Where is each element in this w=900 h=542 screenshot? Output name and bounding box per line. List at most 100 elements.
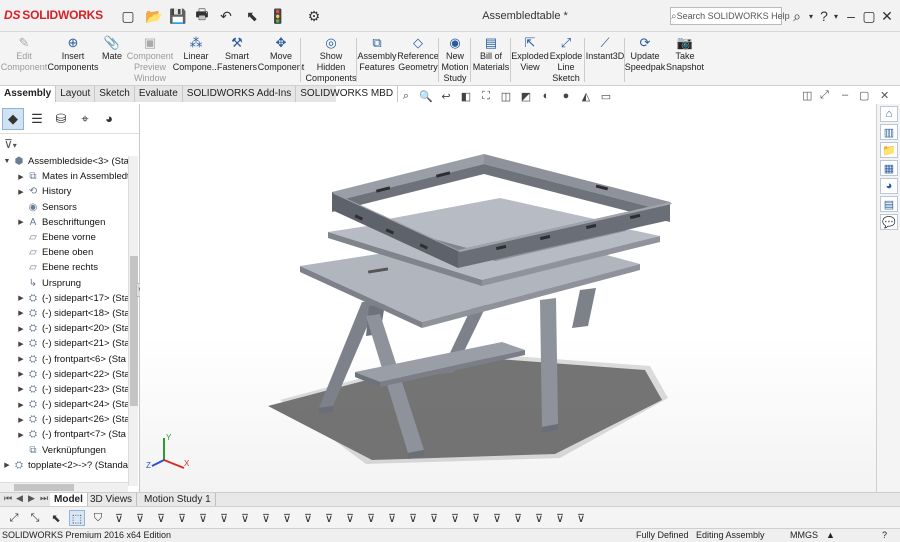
tree-item[interactable]: ▶ ⛭ (-) sidepart<18> (Sta	[0, 306, 139, 321]
bottom-tab-motion-study-1[interactable]: Motion Study 1	[140, 493, 216, 507]
selection-filter-icon[interactable]: ⊽	[195, 510, 211, 526]
selection-filter-icon[interactable]: ⊽	[111, 510, 127, 526]
prev-tab-icon[interactable]: ◀	[16, 493, 23, 504]
new-document-icon[interactable]: ▢	[118, 6, 138, 26]
first-tab-icon[interactable]: ⏮	[4, 493, 12, 504]
help-dropdown-icon[interactable]: ▾	[832, 6, 840, 26]
tree-item[interactable]: ▶ ⛭ (-) sidepart<17> (Sta	[0, 291, 139, 306]
graphics-area[interactable]: Y X Z	[140, 104, 876, 492]
save-icon[interactable]: 💾	[168, 6, 188, 26]
minimize-button[interactable]: –	[842, 6, 860, 26]
design-library-icon[interactable]: ▥	[880, 124, 898, 140]
dimxpert-tab-icon[interactable]: ⌖	[74, 108, 96, 130]
viewport-close-icon[interactable]: ✕	[880, 89, 889, 102]
selection-filter-icon[interactable]: ⊽	[237, 510, 253, 526]
tab-sketch[interactable]: Sketch	[95, 86, 135, 102]
view-settings-icon[interactable]: ▭	[598, 88, 614, 104]
search-dropdown-icon[interactable]: ▾	[806, 6, 816, 26]
selection-filter-icon[interactable]: ⊽	[573, 510, 589, 526]
tree-item[interactable]: ▶ ⛭ topplate<2>->? (Standar	[0, 458, 139, 473]
reference-geometry-button[interactable]: ◇ Reference Geometry	[397, 34, 439, 73]
selection-filter-icon[interactable]: ⊽	[363, 510, 379, 526]
selection-filter-icon[interactable]: ⊽	[447, 510, 463, 526]
assembly-model-render[interactable]: Y X Z	[140, 104, 876, 492]
last-tab-icon[interactable]: ⏭	[40, 493, 48, 504]
tab-solidworks-add-ins[interactable]: SOLIDWORKS Add-Ins	[183, 86, 297, 102]
viewport-tile-icon[interactable]: ◫	[802, 89, 812, 102]
tree-item[interactable]: ▶ ⛭ (-) sidepart<23> (Sta	[0, 382, 139, 397]
filter-icon[interactable]: ⊽▾	[0, 134, 139, 154]
viewport-restore-icon[interactable]: ▢	[859, 89, 869, 102]
tree-item[interactable]: ⧉ Verknüpfungen	[0, 443, 139, 458]
explode-line-sketch-button[interactable]: ⤢ Explode Line Sketch	[548, 34, 584, 84]
selection-filter-icon[interactable]: ⊽	[468, 510, 484, 526]
restore-button[interactable]: ▢	[860, 6, 878, 26]
tree-vertical-scrollbar[interactable]	[128, 156, 138, 486]
tree-item[interactable]: ▼ ⬢ Assembledside<3> (Stan	[0, 154, 139, 169]
expand-arrow-icon[interactable]: ▶	[16, 325, 26, 333]
view-orientation-icon[interactable]: ◫	[498, 88, 514, 104]
tree-item[interactable]: ↳ Ursprung	[0, 276, 139, 291]
undo-icon[interactable]: ↶	[216, 6, 236, 26]
search-icon[interactable]: ⌕	[788, 6, 806, 26]
tree-item[interactable]: ▶ ⛭ (-) sidepart<24> (Sta	[0, 397, 139, 412]
bottom-tab-model[interactable]: Model	[50, 493, 88, 507]
tree-item[interactable]: ▱ Ebene oben	[0, 245, 139, 260]
viewport-expand-icon[interactable]: ⤢	[820, 89, 829, 102]
view-palette-icon[interactable]: ▦	[880, 160, 898, 176]
bill-of-materials-button[interactable]: ▤ Bill of Materials	[472, 34, 510, 73]
edit-appearance-icon[interactable]: ●	[558, 88, 574, 104]
select-cursor-icon[interactable]: ⬉	[48, 510, 64, 526]
expand-arrow-icon[interactable]: ▶	[16, 309, 26, 317]
display-style-icon[interactable]: ◩	[518, 88, 534, 104]
appearances-icon[interactable]: ◕	[880, 178, 898, 194]
options-gear-icon[interactable]: ⚙	[304, 6, 324, 26]
selection-filter-icon[interactable]: ⊽	[174, 510, 190, 526]
expand-arrow-icon[interactable]: ▶	[16, 218, 26, 226]
tab-assembly[interactable]: Assembly	[0, 86, 57, 102]
select-cursor-icon[interactable]: ⬉	[242, 6, 262, 26]
close-button[interactable]: ✕	[878, 6, 896, 26]
tree-item[interactable]: ▶ ⛭ (-) sidepart<22> (Sta	[0, 367, 139, 382]
tree-item[interactable]: ▶ ⧉ Mates in Assembledt	[0, 169, 139, 184]
expand-arrow-icon[interactable]: ▶	[16, 401, 26, 409]
smart-fasteners-button[interactable]: ⚒ Smart Fasteners	[217, 34, 257, 73]
units-selector[interactable]: MMGS	[790, 529, 818, 542]
dynamic-annotation-icon[interactable]: ⛶	[478, 88, 494, 104]
solidworks-logo[interactable]: DS SOLIDWORKS	[4, 8, 103, 22]
configurationmanager-tab-icon[interactable]: ⛁	[50, 108, 72, 130]
expand-arrow-icon[interactable]: ▶	[16, 294, 26, 302]
tab-evaluate[interactable]: Evaluate	[135, 86, 183, 102]
tree-item[interactable]: ▶ ⛭ (-) sidepart<26> (Sta	[0, 412, 139, 427]
scroll-thumb[interactable]	[14, 484, 74, 491]
tree-item[interactable]: ▶ ⛭ (-) sidepart<20> (Sta	[0, 321, 139, 336]
tab-solidworks-mbd[interactable]: SOLIDWORKS MBD	[296, 86, 399, 102]
toggle-filters-icon[interactable]: ⤡	[27, 510, 43, 526]
rebuild-icon[interactable]: 🚦	[268, 6, 288, 26]
previous-view-icon[interactable]: ↩	[438, 88, 454, 104]
zoom-to-fit-icon[interactable]: ⌕	[398, 88, 414, 104]
selection-filter-icon[interactable]: ⊽	[279, 510, 295, 526]
insert-components-button[interactable]: ⊕ Insert Components	[44, 34, 102, 73]
selection-filter-icon[interactable]: ⊽	[216, 510, 232, 526]
selection-filter-icon[interactable]: ⊽	[300, 510, 316, 526]
expand-arrow-icon[interactable]: ▶	[16, 355, 26, 363]
file-explorer-icon[interactable]: 📁	[880, 142, 898, 158]
linear-component-pattern-button[interactable]: ⁂ Linear Compone...	[173, 34, 220, 73]
apply-scene-icon[interactable]: ◭	[578, 88, 594, 104]
selection-filter-icon[interactable]: ⊽	[342, 510, 358, 526]
expand-arrow-icon[interactable]: ▶	[16, 173, 26, 181]
selection-filter-icon[interactable]: ⊽	[153, 510, 169, 526]
assembly-features-button[interactable]: ⧉ Assembly Features	[358, 34, 397, 73]
print-icon[interactable]: 🖶	[192, 6, 212, 26]
selection-filter-icon[interactable]: ⊽	[426, 510, 442, 526]
mate-button[interactable]: 📎 Mate	[102, 34, 122, 62]
tree-item[interactable]: ▱ Ebene vorne	[0, 230, 139, 245]
expand-arrow-icon[interactable]: ▶	[2, 461, 12, 469]
next-tab-icon[interactable]: ▶	[28, 493, 35, 504]
move-component-button[interactable]: ✥ Move Component	[258, 34, 305, 73]
selection-filter-icon[interactable]: ⊽	[531, 510, 547, 526]
forum-icon[interactable]: 💬	[880, 214, 898, 230]
show-hidden-components-button[interactable]: ◎ Show Hidden Components	[305, 34, 356, 84]
selection-filter-icon[interactable]: ⊽	[384, 510, 400, 526]
